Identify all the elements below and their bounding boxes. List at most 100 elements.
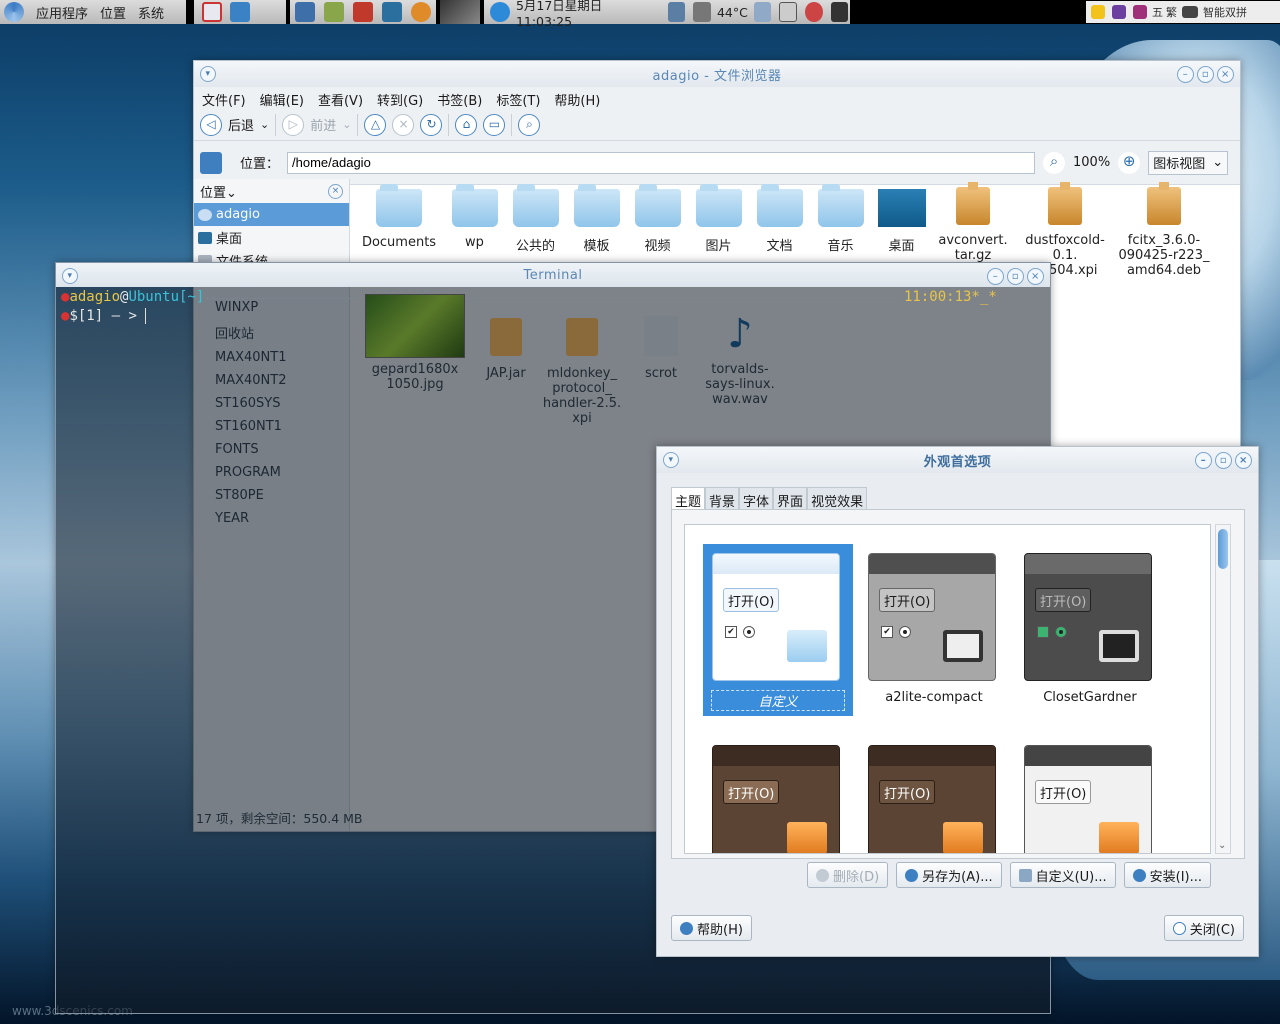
minimize-icon[interactable]: – [987,268,1004,285]
help-button[interactable]: 帮助(H) [671,915,752,941]
forward-history-chevron-icon[interactable]: ⌄ [342,118,351,131]
command-line[interactable]: ●$[1] — > [61,308,155,324]
window-menu-icon[interactable]: ▾ [663,452,679,468]
menu-view[interactable]: 查看(V) [318,90,363,109]
sidebar-item-home[interactable]: adagio [194,203,349,226]
theme-list-scrollbar[interactable]: ⌄ [1215,524,1231,854]
edit-location-icon[interactable] [200,151,222,174]
firefox-launcher-icon[interactable] [411,2,432,22]
theme-item-closetgardner[interactable]: 打开(O) ClosetGardner [1015,544,1165,716]
menu-tabs[interactable]: 标签(T) [496,90,540,109]
zoom-in-icon[interactable]: ⊕ [1118,151,1141,174]
window-menu-icon[interactable]: ▾ [62,268,78,284]
workspace-switcher-icon[interactable] [230,2,250,22]
home-icon[interactable]: ⌂ [455,113,478,136]
theme-item-a2lite[interactable]: 打开(O) ✔ a2lite-compact [859,544,1009,716]
forward-arrow-icon[interactable]: ▷ [282,113,305,136]
network-icon[interactable] [668,2,686,22]
close-icon[interactable]: × [1027,268,1044,285]
up-icon[interactable]: △ [364,113,387,136]
sidebar-item-drive[interactable]: PROGRAM [197,465,347,488]
location-input[interactable] [287,151,1036,174]
browser-launcher-icon[interactable] [202,2,222,22]
minimize-icon[interactable]: – [1177,66,1194,83]
sidebar-item-drive[interactable]: ST160SYS [197,396,347,419]
close-icon[interactable]: × [1235,452,1252,469]
close-icon[interactable]: × [1217,66,1234,83]
menu-file[interactable]: 文件(F) [202,90,246,109]
sidebar-type-select[interactable]: 位置 [200,186,226,201]
forward-button[interactable]: 前进 [310,115,336,134]
scroll-down-icon[interactable]: ⌄ [1218,840,1226,851]
penguin-icon[interactable] [1091,5,1105,19]
menu-go[interactable]: 转到(G) [377,90,423,109]
file-item[interactable]: gepard1680x 1050.jpg [360,294,470,426]
editor-launcher-icon[interactable] [323,2,344,22]
back-button[interactable]: 后退 [228,115,254,134]
scrollbar-thumb[interactable] [1218,529,1228,569]
file-browser-titlebar[interactable]: ▾ adagio - 文件浏览器 – ▫ × [194,61,1240,87]
back-arrow-icon[interactable]: ◁ [200,113,222,136]
sidebar-item-drive[interactable]: MAX40NT1 [197,350,347,373]
panel-clock[interactable]: 5月17日星期日 11:03:25 [516,0,662,29]
search-icon[interactable]: ⌕ [518,113,541,136]
package-item[interactable]: fcitx_3.6.0- 090425-r223_ amd64.deb [1116,179,1212,289]
record-icon[interactable] [805,2,823,22]
keyboard-icon[interactable] [1182,6,1198,18]
im-shuangpin-label[interactable]: 智能双拼 [1203,4,1247,20]
close-button[interactable]: 关闭(C) [1163,915,1244,941]
im-wubi-label[interactable]: 五 [1152,4,1163,20]
pen-icon[interactable] [779,2,798,22]
theme-item[interactable]: 打开(O) [703,736,853,853]
im-mode-icon[interactable] [1112,5,1126,19]
update-icon[interactable] [490,2,510,22]
file-item[interactable]: JAP.jar [474,294,538,426]
menu-places[interactable]: 位置 [100,3,126,22]
sidebar-item-desktop[interactable]: 桌面 [194,226,349,249]
shutdown-icon[interactable] [830,2,848,22]
menu-applications[interactable]: 应用程序 [36,3,88,22]
menu-bookmarks[interactable]: 书签(B) [437,90,482,109]
zoom-out-icon[interactable]: ⌕ [1043,151,1066,174]
sidebar-item-drive[interactable]: MAX40NT2 [197,373,347,396]
im-traditional-label[interactable]: 繁 [1166,4,1177,20]
theme-item-custom[interactable]: 打开(O) ✔ 自定义 [703,544,853,716]
back-history-chevron-icon[interactable]: ⌄ [260,118,269,131]
file-item[interactable]: mldonkey_ protocol_ handler-2.5. xpi [542,294,622,426]
install-button[interactable]: 安装(I)... [1123,862,1212,888]
sidebar-item-winxp[interactable]: WINXP [197,300,347,323]
sidebar-item-drive[interactable]: FONTS [197,442,347,465]
maximize-icon[interactable]: ▫ [1007,268,1024,285]
maximize-icon[interactable]: ▫ [1197,66,1214,83]
file-item[interactable]: ♪ torvalds- says-linux. wav.wav [700,294,780,426]
menu-system[interactable]: 系统 [138,3,164,22]
view-mode-select[interactable]: 图标视图 ⌄ [1148,150,1229,175]
customize-button[interactable]: 自定义(U)... [1009,862,1116,888]
delete-button[interactable]: 删除(D) [807,862,889,888]
files-launcher-icon[interactable] [294,2,315,22]
sidebar-item-drive[interactable]: ST160NT1 [197,419,347,442]
theme-item[interactable]: 打开(O) [859,736,1009,853]
media-launcher-icon[interactable] [352,2,373,22]
file-item[interactable]: scrot [626,294,696,426]
sidebar-close-icon[interactable]: × [328,183,343,199]
cpu-icon[interactable] [693,2,711,22]
computer-icon[interactable]: ▭ [483,113,506,136]
terminal-launcher-icon[interactable] [382,2,403,22]
menu-help[interactable]: 帮助(H) [554,90,600,109]
stop-icon[interactable]: × [392,113,415,136]
terminal-titlebar[interactable]: ▾ Terminal – ▫ × [56,263,1050,287]
punct-icon[interactable] [1133,5,1147,19]
theme-item[interactable]: 打开(O) [1015,736,1165,853]
volume-icon[interactable] [753,2,772,22]
sidebar-item-drive[interactable]: YEAR [197,511,347,534]
minimize-icon[interactable]: – [1195,452,1212,469]
ubuntu-logo-icon[interactable] [4,2,24,22]
window-menu-icon[interactable]: ▾ [200,66,216,82]
sidebar-item-trash[interactable]: 回收站 [197,323,347,346]
window-list-thumb[interactable] [440,0,480,24]
appearance-titlebar[interactable]: ▾ 外观首选项 – ▫ × [657,447,1258,473]
reload-icon[interactable]: ↻ [420,113,443,136]
save-as-button[interactable]: 另存为(A)... [896,862,1002,888]
chevron-down-icon[interactable]: ⌄ [226,186,237,201]
